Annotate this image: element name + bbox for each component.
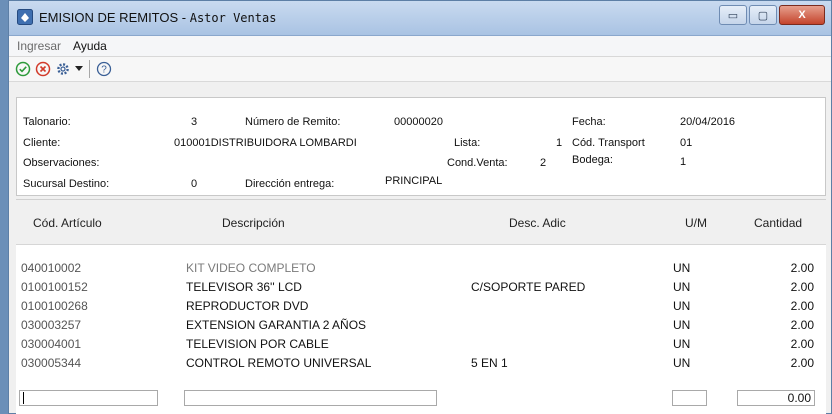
numero-remito-label: Número de Remito: bbox=[245, 116, 341, 128]
grid-header: Cód. Artículo Descripción Desc. Adic U/M… bbox=[16, 200, 826, 245]
cliente-label: Cliente: bbox=[23, 137, 61, 149]
cell-desc: REPRODUCTOR DVD bbox=[186, 299, 309, 313]
talonario-label: Talonario: bbox=[23, 116, 71, 128]
cell-desc: EXTENSION GARANTIA 2 AÑOS bbox=[186, 318, 367, 332]
cell-code: 040010002 bbox=[21, 261, 82, 275]
cell-qty: 2.00 bbox=[790, 337, 814, 351]
help-icon: ? bbox=[96, 61, 112, 77]
cancel-button[interactable] bbox=[33, 59, 53, 79]
sucursal-destino-value[interactable]: 0 bbox=[191, 178, 197, 190]
cod-transport-label: Cód. Transport bbox=[572, 137, 645, 149]
minimize-button[interactable]: ▭ bbox=[719, 5, 747, 25]
table-row[interactable]: 0100100268 REPRODUCTOR DVD UN 2.00 bbox=[16, 297, 826, 316]
close-button[interactable]: X bbox=[779, 5, 825, 25]
col-desc-adic[interactable]: Desc. Adic bbox=[509, 216, 566, 230]
check-circle-icon bbox=[15, 61, 31, 77]
cell-code: 030004001 bbox=[21, 337, 82, 351]
cell-qty: 2.00 bbox=[790, 318, 814, 332]
talonario-value[interactable]: 3 bbox=[191, 116, 197, 128]
cell-desc: CONTROL REMOTO UNIVERSAL bbox=[186, 356, 372, 370]
table-row[interactable]: 040010002 KIT VIDEO COMPLETO UN 2.00 bbox=[16, 259, 826, 278]
lista-value[interactable]: 1 bbox=[556, 137, 562, 149]
cell-um: UN bbox=[673, 280, 691, 294]
articulos-grid: Cód. Artículo Descripción Desc. Adic U/M… bbox=[16, 199, 826, 414]
gear-icon bbox=[57, 63, 69, 75]
cell-qty: 2.00 bbox=[790, 280, 814, 294]
x-circle-icon bbox=[35, 61, 51, 77]
cell-code: 030003257 bbox=[21, 318, 82, 332]
new-code-input[interactable] bbox=[19, 390, 158, 406]
table-row[interactable]: 030003257 EXTENSION GARANTIA 2 AÑOS UN 2… bbox=[16, 316, 826, 335]
cond-venta-value[interactable]: 2 bbox=[540, 157, 546, 169]
cell-adic: C/SOPORTE PARED bbox=[471, 280, 586, 294]
app-icon bbox=[17, 9, 33, 25]
cell-um: UN bbox=[673, 318, 691, 332]
cell-um: UN bbox=[673, 337, 691, 351]
settings-button[interactable] bbox=[53, 59, 73, 79]
col-cod-articulo[interactable]: Cód. Artículo bbox=[33, 216, 102, 230]
new-desc-input[interactable] bbox=[184, 390, 437, 406]
menu-ayuda[interactable]: Ayuda bbox=[71, 38, 109, 54]
table-row[interactable]: 0100100152 TELEVISOR 36'' LCD C/SOPORTE … bbox=[16, 278, 826, 297]
toolbar-separator bbox=[89, 60, 90, 78]
remito-header-panel: Talonario: 3 Número de Remito: 00000020 … bbox=[16, 97, 826, 196]
cell-qty: 2.00 bbox=[790, 299, 814, 313]
sucursal-destino-label: Sucursal Destino: bbox=[23, 178, 110, 190]
emision-remitos-window: EMISION DE REMITOS - Astor Ventas ▭ ▢ X … bbox=[8, 0, 832, 414]
cell-um: UN bbox=[673, 261, 691, 275]
fecha-label: Fecha: bbox=[572, 116, 606, 128]
cell-um: UN bbox=[673, 356, 691, 370]
cell-desc: KIT VIDEO COMPLETO bbox=[186, 261, 316, 275]
direccion-entrega-value[interactable]: PRINCIPAL bbox=[385, 175, 442, 187]
lista-label: Lista: bbox=[454, 137, 481, 149]
cell-code: 030005344 bbox=[21, 356, 82, 370]
table-row[interactable]: 030004001 TELEVISION POR CABLE UN 2.00 bbox=[16, 335, 826, 354]
observaciones-label: Observaciones: bbox=[23, 157, 100, 169]
settings-dropdown-arrow[interactable] bbox=[73, 59, 85, 79]
new-qty-input[interactable]: 0.00 bbox=[737, 390, 815, 406]
maximize-button[interactable]: ▢ bbox=[749, 5, 777, 25]
bodega-value[interactable]: 1 bbox=[680, 156, 686, 168]
accept-button[interactable] bbox=[13, 59, 33, 79]
new-um-input[interactable] bbox=[672, 390, 707, 406]
menu-bar: Ingresar Ayuda bbox=[9, 36, 831, 57]
text-caret bbox=[23, 392, 24, 404]
col-descripcion[interactable]: Descripción bbox=[222, 216, 285, 230]
cell-desc: TELEVISOR 36'' LCD bbox=[186, 280, 302, 294]
help-button[interactable]: ? bbox=[94, 59, 114, 79]
cliente-value[interactable]: 010001DISTRIBUIDORA LOMBARDI bbox=[174, 137, 357, 149]
numero-remito-value[interactable]: 00000020 bbox=[394, 116, 443, 128]
cell-adic: 5 EN 1 bbox=[471, 356, 508, 370]
fecha-value[interactable]: 20/04/2016 bbox=[680, 116, 735, 128]
cond-venta-label: Cond.Venta: bbox=[447, 157, 508, 169]
title-bar[interactable]: EMISION DE REMITOS - Astor Ventas ▭ ▢ X bbox=[9, 1, 831, 36]
chevron-down-icon bbox=[75, 66, 83, 71]
window-title: EMISION DE REMITOS - Astor Ventas bbox=[39, 10, 277, 25]
svg-text:?: ? bbox=[101, 65, 107, 76]
menu-ingresar[interactable]: Ingresar bbox=[15, 38, 63, 54]
table-row[interactable]: 030005344 CONTROL REMOTO UNIVERSAL 5 EN … bbox=[16, 354, 826, 373]
cell-desc: TELEVISION POR CABLE bbox=[186, 337, 329, 351]
bodega-label: Bodega: bbox=[572, 154, 613, 166]
cod-transport-value[interactable]: 01 bbox=[680, 137, 692, 149]
cell-qty: 2.00 bbox=[790, 261, 814, 275]
col-um[interactable]: U/M bbox=[685, 216, 707, 230]
cell-code: 0100100268 bbox=[21, 299, 88, 313]
direccion-entrega-label: Dirección entrega: bbox=[245, 178, 335, 190]
toolbar: ? bbox=[9, 57, 831, 82]
col-cantidad[interactable]: Cantidad bbox=[754, 216, 802, 230]
cell-code: 0100100152 bbox=[21, 280, 88, 294]
cell-um: UN bbox=[673, 299, 691, 313]
cell-qty: 2.00 bbox=[790, 356, 814, 370]
